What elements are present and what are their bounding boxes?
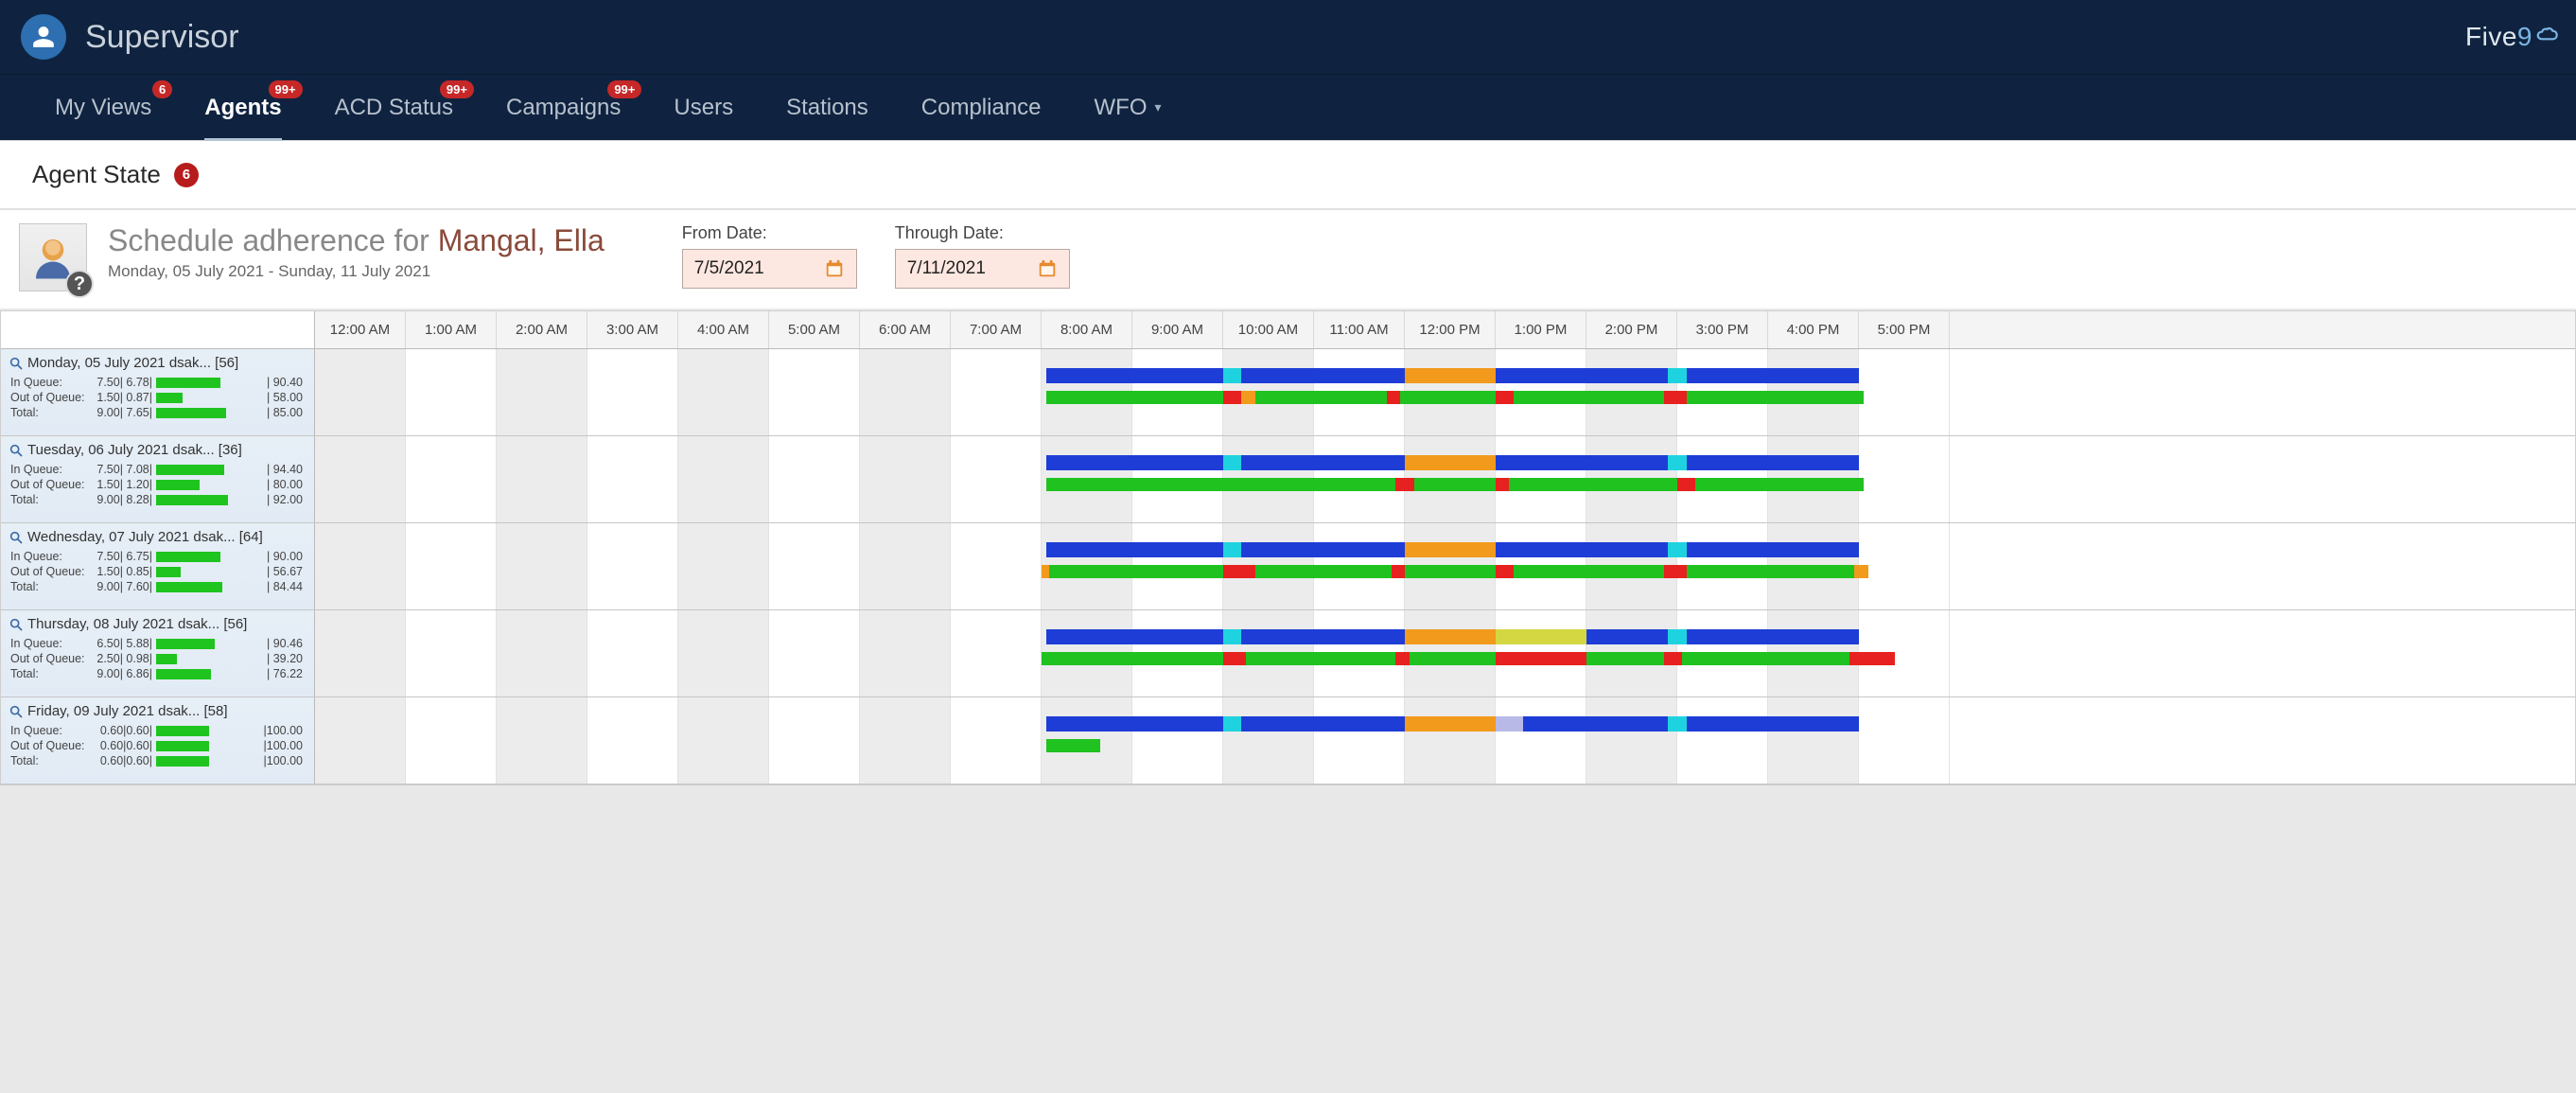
- hour-header: 11:00 AM: [1314, 311, 1405, 348]
- hour-header: 12:00 AM: [315, 311, 406, 348]
- magnify-icon[interactable]: [9, 356, 24, 371]
- nav-tab-agents[interactable]: Agents99+: [178, 75, 307, 140]
- day-label: Wednesday, 07 July 2021 dsak... [64]: [27, 529, 263, 545]
- row-info-cell: Monday, 05 July 2021 dsak... [56]In Queu…: [1, 349, 315, 435]
- nav-tab-label: My Views: [55, 95, 151, 121]
- grid-body: Monday, 05 July 2021 dsak... [56]In Queu…: [1, 349, 2575, 784]
- magnify-icon[interactable]: [9, 443, 24, 458]
- brand-text: Five: [2465, 22, 2517, 52]
- panel-title-block: Schedule adherence for Mangal, Ella Mond…: [108, 223, 605, 281]
- timeline: [315, 697, 2575, 784]
- nav-tab-label: Campaigns: [506, 95, 621, 121]
- help-icon[interactable]: ?: [65, 270, 94, 298]
- hour-header: 3:00 AM: [587, 311, 678, 348]
- day-label: Thursday, 08 July 2021 dsak... [56]: [27, 616, 247, 632]
- hour-header: 1:00 PM: [1496, 311, 1586, 348]
- row-info-cell: Thursday, 08 July 2021 dsak... [56]In Qu…: [1, 610, 315, 696]
- calendar-icon[interactable]: [1037, 258, 1058, 279]
- hour-header: 5:00 PM: [1859, 311, 1950, 348]
- hour-header: 8:00 AM: [1042, 311, 1132, 348]
- timeline: [315, 436, 2575, 522]
- through-date-field: Through Date: 7/11/2021: [895, 223, 1070, 289]
- from-date-field: From Date: 7/5/2021: [682, 223, 857, 289]
- row-info-cell: Friday, 09 July 2021 dsak... [58]In Queu…: [1, 697, 315, 784]
- schedule-grid: 12:00 AM1:00 AM2:00 AM3:00 AM4:00 AM5:00…: [0, 310, 2576, 785]
- sub-title: Agent State: [32, 160, 161, 189]
- sub-count-badge: 6: [174, 163, 199, 187]
- nav-tab-label: Users: [674, 95, 733, 121]
- hour-header: 10:00 AM: [1223, 311, 1314, 348]
- schedule-row: Wednesday, 07 July 2021 dsak... [64]In Q…: [1, 523, 2575, 610]
- hour-header: 7:00 AM: [951, 311, 1042, 348]
- nav-tab-acd-status[interactable]: ACD Status99+: [308, 75, 480, 140]
- from-date-input[interactable]: 7/5/2021: [682, 249, 857, 289]
- nav-tab-label: Stations: [786, 95, 868, 121]
- date-range-text: Monday, 05 July 2021 - Sunday, 11 July 2…: [108, 262, 605, 281]
- nav-tab-label: WFO: [1095, 95, 1148, 121]
- nav-tab-my-views[interactable]: My Views6: [28, 75, 178, 140]
- schedule-row: Thursday, 08 July 2021 dsak... [56]In Qu…: [1, 610, 2575, 697]
- calendar-icon[interactable]: [824, 258, 845, 279]
- schedule-row: Friday, 09 July 2021 dsak... [58]In Queu…: [1, 697, 2575, 784]
- timeline: [315, 523, 2575, 609]
- top-nav: My Views6Agents99+ACD Status99+Campaigns…: [0, 74, 2576, 140]
- magnify-icon[interactable]: [9, 530, 24, 545]
- panel-title-prefix: Schedule adherence for: [108, 223, 438, 257]
- nav-tab-label: Compliance: [921, 95, 1042, 121]
- sub-header: Agent State 6: [0, 140, 2576, 209]
- app-title: Supervisor: [85, 19, 239, 56]
- row-info-cell: Wednesday, 07 July 2021 dsak... [64]In Q…: [1, 523, 315, 609]
- nav-tab-compliance[interactable]: Compliance: [895, 75, 1068, 140]
- chevron-down-icon: ▾: [1155, 99, 1162, 115]
- app-header: Supervisor Five9: [0, 0, 2576, 74]
- hour-header: 4:00 AM: [678, 311, 769, 348]
- magnify-icon[interactable]: [9, 617, 24, 632]
- agent-name: Mangal, Ella: [438, 223, 605, 257]
- grid-header-spacer: [1, 311, 315, 348]
- hour-header: 12:00 PM: [1405, 311, 1496, 348]
- from-date-label: From Date:: [682, 223, 857, 243]
- nav-tab-wfo[interactable]: WFO ▾: [1068, 75, 1188, 140]
- schedule-row: Monday, 05 July 2021 dsak... [56]In Queu…: [1, 349, 2575, 436]
- day-label: Friday, 09 July 2021 dsak... [58]: [27, 703, 228, 719]
- brand-suffix: 9: [2517, 22, 2532, 52]
- nav-badge: 6: [152, 80, 172, 98]
- nav-tab-label: Agents: [204, 95, 281, 121]
- hour-header: 5:00 AM: [769, 311, 860, 348]
- hour-header: 2:00 PM: [1586, 311, 1677, 348]
- nav-tab-label: ACD Status: [335, 95, 453, 121]
- from-date-value: 7/5/2021: [694, 258, 764, 279]
- day-label: Tuesday, 06 July 2021 dsak... [36]: [27, 442, 242, 458]
- hour-header: 1:00 AM: [406, 311, 497, 348]
- hour-header: 2:00 AM: [497, 311, 587, 348]
- nav-tab-stations[interactable]: Stations: [760, 75, 895, 140]
- nav-badge: 99+: [440, 80, 474, 98]
- nav-tab-users[interactable]: Users: [647, 75, 760, 140]
- nav-badge: 99+: [269, 80, 303, 98]
- through-date-value: 7/11/2021: [907, 258, 986, 279]
- brand-logo: Five9: [2465, 22, 2555, 52]
- hour-header: 3:00 PM: [1677, 311, 1768, 348]
- hour-header: 9:00 AM: [1132, 311, 1223, 348]
- hour-header: 6:00 AM: [860, 311, 951, 348]
- schedule-row: Tuesday, 06 July 2021 dsak... [36]In Que…: [1, 436, 2575, 523]
- agent-avatar: ?: [19, 223, 87, 291]
- through-date-input[interactable]: 7/11/2021: [895, 249, 1070, 289]
- user-avatar-icon[interactable]: [21, 14, 66, 60]
- day-label: Monday, 05 July 2021 dsak... [56]: [27, 355, 238, 371]
- grid-header: 12:00 AM1:00 AM2:00 AM3:00 AM4:00 AM5:00…: [1, 311, 2575, 349]
- nav-badge: 99+: [607, 80, 641, 98]
- hour-header: 4:00 PM: [1768, 311, 1859, 348]
- nav-tab-campaigns[interactable]: Campaigns99+: [480, 75, 647, 140]
- adherence-panel: ? Schedule adherence for Mangal, Ella Mo…: [0, 209, 2576, 309]
- timeline: [315, 610, 2575, 696]
- row-info-cell: Tuesday, 06 July 2021 dsak... [36]In Que…: [1, 436, 315, 522]
- timeline: [315, 349, 2575, 435]
- through-date-label: Through Date:: [895, 223, 1070, 243]
- magnify-icon[interactable]: [9, 704, 24, 719]
